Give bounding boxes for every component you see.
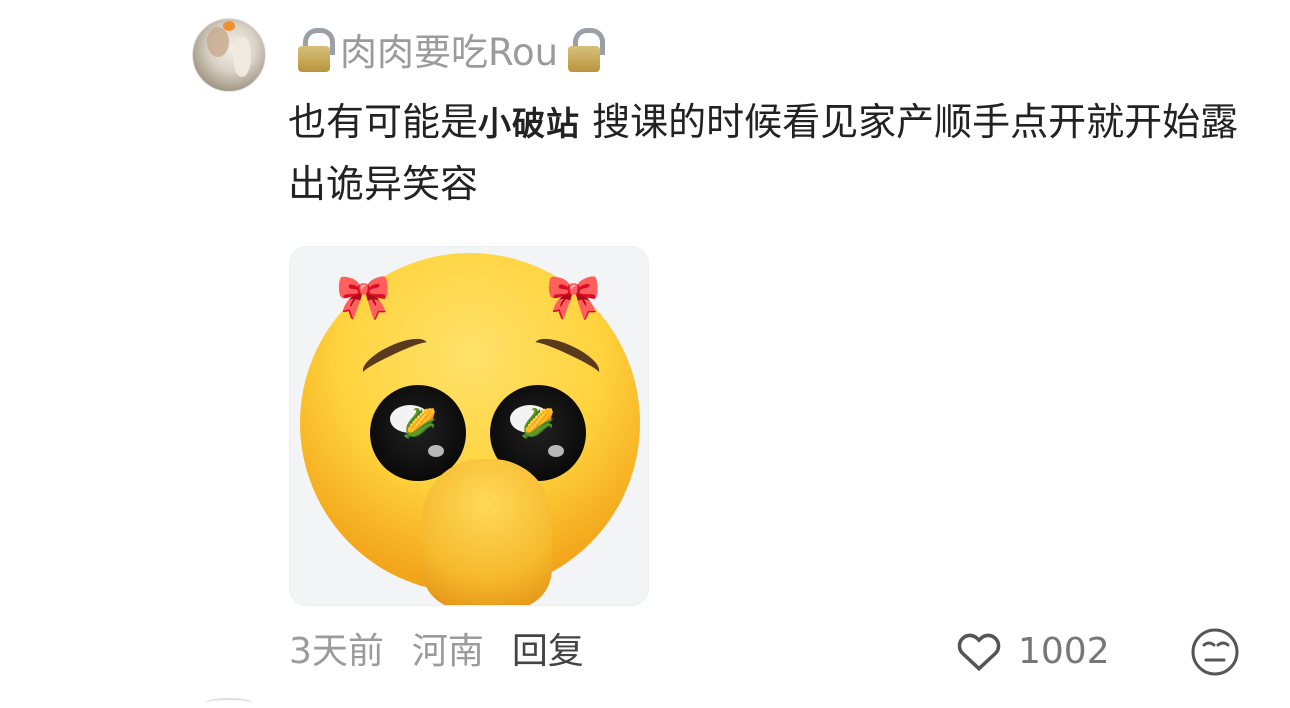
lock-icon: [296, 26, 335, 72]
like-count: 1002: [1018, 630, 1110, 672]
ribbon-icon: 🎀: [546, 272, 601, 323]
ribbon-icon: 🎀: [336, 272, 391, 323]
comment-text-highlight: 小破站: [478, 104, 581, 143]
like-button[interactable]: 1002: [954, 626, 1110, 676]
username-row[interactable]: 肉肉要吃Rou: [296, 22, 606, 76]
heart-outline-icon[interactable]: [954, 626, 1004, 676]
corn-icon: 🌽: [402, 407, 437, 440]
comment-meta: 3天前 河南 回复: [289, 622, 584, 674]
avatar[interactable]: [192, 18, 266, 92]
comment-text: 也有可能是小破站 搜课的时候看见家产顺手点开就开始露出诡异笑容: [288, 92, 1248, 215]
next-avatar-edge: [205, 698, 253, 708]
emoji-react-icon[interactable]: [1190, 627, 1240, 677]
lock-icon: [566, 26, 606, 72]
corn-icon: 🌽: [520, 407, 555, 440]
sticker-image[interactable]: 🌽 🌽 🎀 🎀: [289, 246, 649, 606]
hand-icon: [422, 459, 552, 605]
reply-button[interactable]: 回复: [512, 622, 584, 674]
location: 河南: [411, 631, 484, 672]
comment-text-part1: 也有可能是: [288, 100, 479, 144]
username[interactable]: 肉肉要吃Rou: [340, 22, 558, 76]
timestamp: 3天前: [289, 631, 384, 672]
